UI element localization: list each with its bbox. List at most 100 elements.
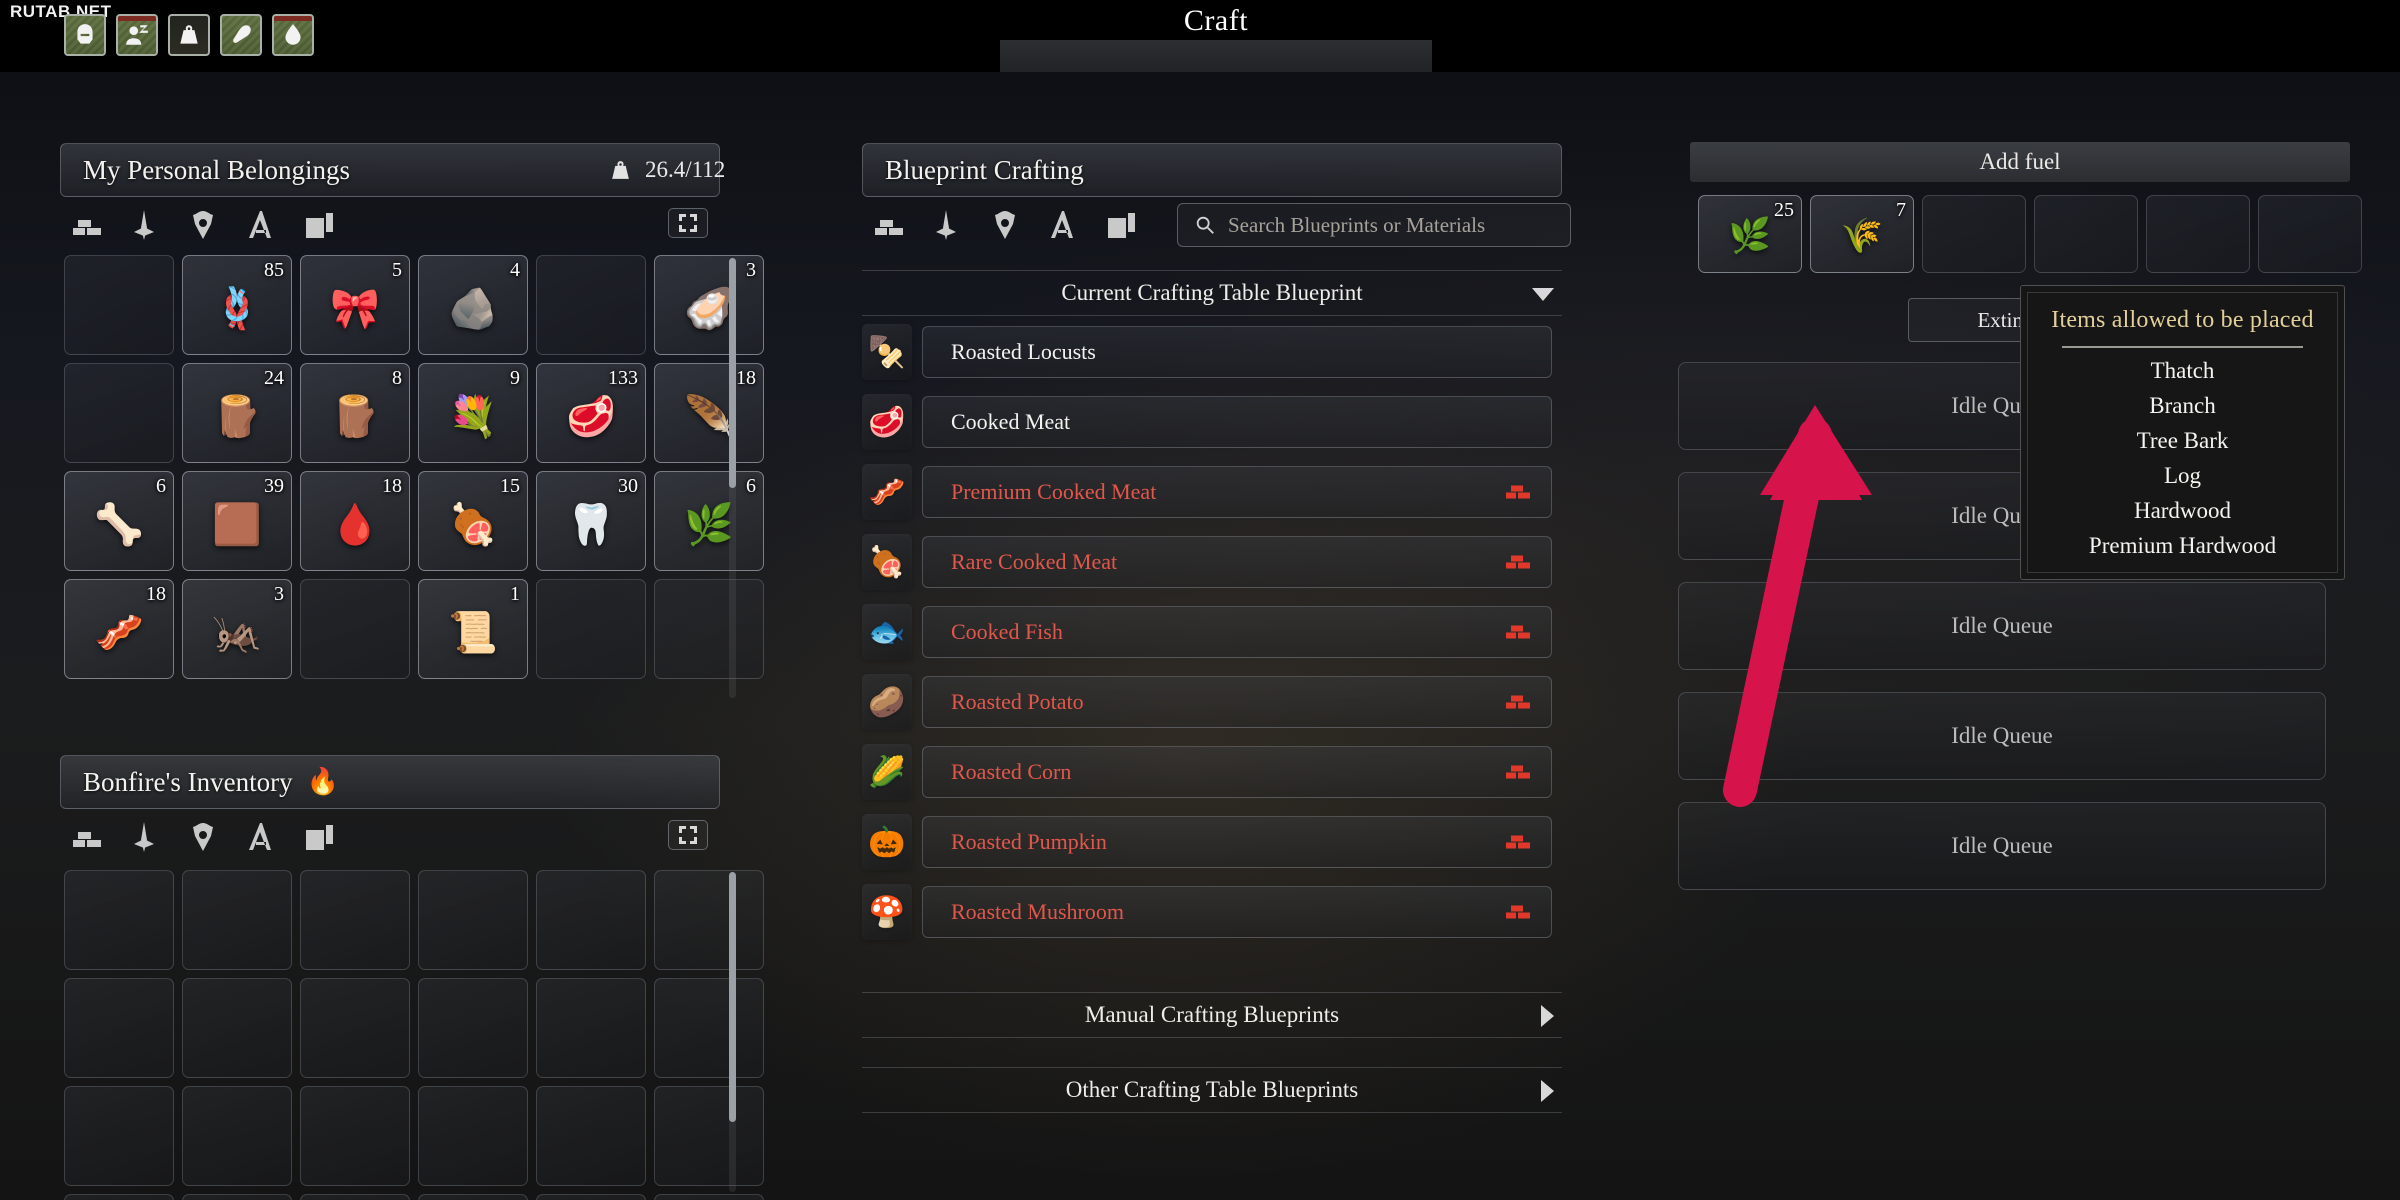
armor-icon[interactable] [186, 820, 220, 854]
queue-slot-3[interactable]: Idle Queue [1678, 582, 2326, 670]
misc-icon[interactable] [1104, 208, 1138, 242]
blueprint-row-body[interactable]: Roasted Corn [922, 746, 1552, 798]
misc-icon[interactable] [302, 208, 336, 242]
search-blueprints-input[interactable]: Search Blueprints or Materials [1177, 203, 1571, 247]
water-drop-icon[interactable] [272, 14, 314, 56]
bonfire-scrollbar-thumb[interactable] [729, 872, 736, 1122]
bonfire-slot-empty[interactable] [182, 978, 292, 1078]
structures-icon[interactable] [244, 820, 278, 854]
bonfire-slot-empty[interactable] [654, 1086, 764, 1186]
bonfire-slot-empty[interactable] [300, 978, 410, 1078]
bonfire-slot-empty[interactable] [536, 870, 646, 970]
caret-down-icon[interactable] [1532, 288, 1554, 301]
inventory-slot-empty[interactable] [300, 579, 410, 679]
resources-icon[interactable] [872, 208, 906, 242]
bonfire-slot-empty[interactable] [654, 870, 764, 970]
bonfire-slot-empty[interactable] [654, 1194, 764, 1200]
bonfire-slot-empty[interactable] [182, 870, 292, 970]
bonfire-scrollbar-track[interactable] [729, 872, 736, 1192]
bonfire-slot-empty[interactable] [654, 978, 764, 1078]
structures-icon[interactable] [244, 208, 278, 242]
blueprint-row-cooked-meat[interactable]: 🥩 Cooked Meat [862, 394, 1562, 450]
blueprint-row-roasted-locusts[interactable]: 🍢 Roasted Locusts [862, 324, 1562, 380]
inventory-slot-tooth[interactable]: 🦷 30 [536, 471, 646, 571]
blueprint-row-roasted-pumpkin[interactable]: 🎃 Roasted Pumpkin [862, 814, 1562, 870]
resources-icon[interactable] [70, 820, 104, 854]
bonfire-slot-empty[interactable] [182, 1086, 292, 1186]
bonfire-slot-empty[interactable] [418, 1086, 528, 1186]
blueprint-row-body[interactable]: Premium Cooked Meat [922, 466, 1552, 518]
inventory-slot-empty[interactable] [536, 579, 646, 679]
resources-icon[interactable] [70, 208, 104, 242]
inventory-grid-layout-icon[interactable] [668, 208, 708, 238]
bonfire-slot-empty[interactable] [300, 870, 410, 970]
bonfire-grid-layout-icon[interactable] [668, 820, 708, 850]
bonfire-slot-empty[interactable] [182, 1194, 292, 1200]
armor-icon[interactable] [186, 208, 220, 242]
structures-icon[interactable] [1046, 208, 1080, 242]
inventory-slot-stone[interactable]: 🪨 4 [418, 255, 528, 355]
inventory-slot-raw-meat[interactable]: 🥩 133 [536, 363, 646, 463]
blueprint-row-body[interactable]: Cooked Fish [922, 606, 1552, 658]
inventory-scrollbar-thumb[interactable] [729, 258, 736, 488]
sleep-icon[interactable] [116, 14, 158, 56]
inventory-slot-feather[interactable]: 🪶 18 [654, 363, 764, 463]
add-fuel-button[interactable]: Add fuel [1690, 142, 2350, 182]
inventory-slot-cooked-meat[interactable]: 🥓 18 [64, 579, 174, 679]
inventory-slot-fiber[interactable]: 🪢 85 [182, 255, 292, 355]
weapons-icon[interactable] [128, 208, 162, 242]
blueprint-row-roasted-potato[interactable]: 🥔 Roasted Potato [862, 674, 1562, 730]
section-other-crafting-tables[interactable]: Other Crafting Table Blueprints [862, 1067, 1562, 1113]
queue-slot-5[interactable]: Idle Queue [1678, 802, 2326, 890]
bonfire-slot-empty[interactable] [418, 870, 528, 970]
bonfire-slot-empty[interactable] [300, 1194, 410, 1200]
fuel-slot-empty[interactable] [2034, 195, 2138, 273]
caret-right-icon[interactable] [1541, 1080, 1554, 1102]
bonfire-slot-empty[interactable] [64, 870, 174, 970]
inventory-slot-twine[interactable]: 🎀 5 [300, 255, 410, 355]
queue-slot-4[interactable]: Idle Queue [1678, 692, 2326, 780]
section-current-crafting-table[interactable]: Current Crafting Table Blueprint [862, 270, 1562, 316]
weapons-icon[interactable] [930, 208, 964, 242]
inventory-slot-empty[interactable] [64, 255, 174, 355]
blueprint-row-rare-cooked-meat[interactable]: 🍖 Rare Cooked Meat [862, 534, 1562, 590]
blueprint-row-roasted-corn[interactable]: 🌽 Roasted Corn [862, 744, 1562, 800]
inventory-slot-empty[interactable] [536, 255, 646, 355]
fuel-slot-empty[interactable] [1922, 195, 2026, 273]
blueprint-row-body[interactable]: Rare Cooked Meat [922, 536, 1552, 588]
blueprint-row-body[interactable]: Cooked Meat [922, 396, 1552, 448]
inventory-slot-log[interactable]: 🪵 8 [300, 363, 410, 463]
bonfire-slot-empty[interactable] [64, 1086, 174, 1186]
blueprint-row-cooked-fish[interactable]: 🐟 Cooked Fish [862, 604, 1562, 660]
inventory-slot-bone[interactable]: 🦴 6 [64, 471, 174, 571]
bonfire-slot-empty[interactable] [300, 1086, 410, 1186]
bonfire-slot-empty[interactable] [64, 1194, 174, 1200]
inventory-slot-empty[interactable] [64, 363, 174, 463]
fuel-slot-branch[interactable]: 🌿 25 [1698, 195, 1802, 273]
inventory-slot-blood[interactable]: 🩸 18 [300, 471, 410, 571]
inventory-slot-flint-shard[interactable]: 🦪 3 [654, 255, 764, 355]
blueprint-row-roasted-mushroom[interactable]: 🍄 Roasted Mushroom [862, 884, 1562, 940]
section-manual-crafting[interactable]: Manual Crafting Blueprints [862, 992, 1562, 1038]
inventory-scrollbar-track[interactable] [729, 258, 736, 698]
blueprint-row-premium-cooked-meat[interactable]: 🥓 Premium Cooked Meat [862, 464, 1562, 520]
inventory-slot-flower[interactable]: 💐 9 [418, 363, 528, 463]
weight-icon[interactable] [168, 14, 210, 56]
weapons-icon[interactable] [128, 820, 162, 854]
fuel-slot-empty[interactable] [2146, 195, 2250, 273]
inventory-slot-leather-roll[interactable]: 📜 1 [418, 579, 528, 679]
inventory-slot-hide[interactable]: 🟫 39 [182, 471, 292, 571]
bonfire-slot-empty[interactable] [536, 1194, 646, 1200]
helmet-icon[interactable] [64, 14, 106, 56]
blueprint-row-body[interactable]: Roasted Mushroom [922, 886, 1552, 938]
fuel-slot-thatch[interactable]: 🌾 7 [1810, 195, 1914, 273]
bonfire-slot-empty[interactable] [536, 1086, 646, 1186]
inventory-slot-thatch[interactable]: 🌿 6 [654, 471, 764, 571]
armor-icon[interactable] [988, 208, 1022, 242]
bonfire-slot-empty[interactable] [418, 1194, 528, 1200]
food-icon[interactable] [220, 14, 262, 56]
blueprint-row-body[interactable]: Roasted Potato [922, 676, 1552, 728]
bonfire-slot-empty[interactable] [418, 978, 528, 1078]
blueprint-row-body[interactable]: Roasted Locusts [922, 326, 1552, 378]
bonfire-slot-empty[interactable] [536, 978, 646, 1078]
